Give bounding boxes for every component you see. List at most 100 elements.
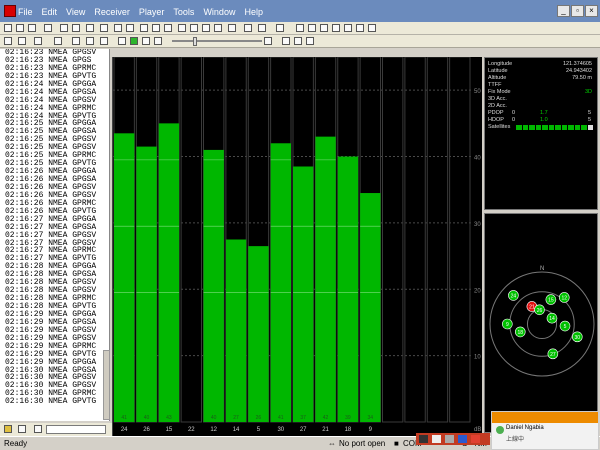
grid-icon[interactable]: [332, 24, 340, 32]
settings-icon[interactable]: [86, 24, 94, 32]
log-line: 02:16:30 NMEA GPVTG: [5, 397, 97, 407]
minimize-button[interactable]: _: [557, 5, 570, 17]
restore-button[interactable]: ▫: [571, 5, 584, 17]
bar-slot: [449, 57, 471, 423]
close-button[interactable]: ×: [585, 5, 598, 17]
menu-edit[interactable]: Edit: [42, 5, 58, 19]
prn-label: 12: [210, 427, 217, 433]
lock-icon[interactable]: [140, 24, 148, 32]
menu-bar: File Edit View Receiver Player Tools Win…: [18, 5, 263, 19]
clear-marks-icon[interactable]: [306, 37, 314, 45]
snr-bar: [248, 246, 269, 422]
upload-icon[interactable]: [126, 24, 134, 32]
window-icon[interactable]: [368, 24, 376, 32]
skip-start-icon[interactable]: [118, 37, 126, 45]
info-label: TTFF: [488, 82, 502, 88]
save-icon[interactable]: [28, 24, 36, 32]
tray-icon[interactable]: [445, 435, 454, 443]
nmea-log[interactable]: 02:16:23 NMEA GPGSV 02:16:23 NMEA GPGS 02:…: [0, 49, 110, 421]
map-view-icon[interactable]: [228, 24, 236, 32]
table-icon[interactable]: [344, 24, 352, 32]
prn-label: 22: [188, 427, 195, 433]
bar-value-label: 40: [211, 415, 217, 421]
menu-player[interactable]: Player: [139, 5, 165, 19]
log-scrollbar[interactable]: [103, 350, 110, 420]
fast-forward-icon[interactable]: [154, 37, 162, 45]
mark-in-icon[interactable]: [282, 37, 290, 45]
eject-icon[interactable]: [72, 37, 80, 45]
satellites-label: Satellites: [488, 124, 511, 130]
menu-receiver[interactable]: Receiver: [94, 5, 130, 19]
snr-view-icon[interactable]: [190, 24, 198, 32]
satellite-indicator: [522, 125, 528, 130]
menu-file[interactable]: File: [18, 5, 33, 19]
speed-icon[interactable]: [34, 37, 42, 45]
app-icon[interactable]: [4, 5, 16, 17]
dop-value: 5: [588, 117, 592, 123]
snr-bar: [337, 156, 359, 422]
layout-icon[interactable]: [296, 24, 304, 32]
stop-icon[interactable]: [86, 37, 94, 45]
info-row: Fix Mode 3D: [488, 89, 594, 96]
compass-view-icon[interactable]: [258, 24, 266, 32]
tray-icon[interactable]: [471, 435, 480, 443]
tray-icon[interactable]: [458, 435, 467, 443]
export-icon[interactable]: [164, 24, 172, 32]
lock-icon[interactable]: [4, 425, 12, 433]
connection-icon: ⇔: [328, 439, 336, 448]
satellite-prn-label: 12: [562, 295, 568, 301]
filter-icon[interactable]: [152, 24, 160, 32]
chart-view-icon[interactable]: [276, 24, 284, 32]
cursor-icon[interactable]: [54, 37, 62, 45]
bar-value-label: 41: [121, 415, 127, 421]
record-icon[interactable]: [114, 24, 122, 32]
snr-chart: 50 40 30 20 10 dB 41 24 40 26 43 15 22 40 12 27 14 26 5 41 3…: [112, 57, 482, 436]
skip-end-icon[interactable]: [264, 37, 272, 45]
y-tick-label: 10: [474, 355, 481, 361]
command-input[interactable]: [46, 425, 106, 434]
mark-out-icon[interactable]: [294, 37, 302, 45]
skyview-canvas: N 21 24 26 15 12 5 30 27 18 9 14: [489, 266, 595, 377]
snr-bar: [270, 143, 291, 422]
chat-notification[interactable]: Daniel Ngabia 上線中: [491, 411, 599, 450]
dop-value: 0: [512, 110, 516, 116]
position-view-icon[interactable]: [214, 24, 222, 32]
play-icon[interactable]: [130, 37, 138, 45]
tray-icon[interactable]: [419, 435, 428, 443]
tile-icon[interactable]: [308, 24, 316, 32]
download-icon[interactable]: [100, 24, 108, 32]
menu-help[interactable]: Help: [244, 5, 263, 19]
step-back-icon[interactable]: [18, 37, 26, 45]
open-icon[interactable]: [16, 24, 24, 32]
scatter-view-icon[interactable]: [244, 24, 252, 32]
bar-slot: [404, 57, 426, 423]
bar-value-label: 43: [166, 415, 172, 421]
skyview-icon[interactable]: [202, 24, 210, 32]
rewind-icon[interactable]: [4, 37, 12, 45]
record-toggle-icon[interactable]: [100, 37, 108, 45]
snr-bar: [114, 133, 135, 422]
menu-tools[interactable]: Tools: [173, 5, 194, 19]
playback-slider[interactable]: [172, 40, 262, 42]
cascade-icon[interactable]: [320, 24, 328, 32]
print-icon[interactable]: [44, 24, 52, 32]
info-value: 121.374605: [562, 61, 592, 67]
info-label: 3D Acc.: [488, 96, 507, 102]
clear-icon[interactable]: [18, 425, 26, 433]
menu-window[interactable]: Window: [203, 5, 235, 19]
satellite-indicator: [535, 125, 541, 130]
connect-icon[interactable]: [60, 24, 68, 32]
prn-label: 24: [121, 427, 128, 433]
disconnect-icon[interactable]: [72, 24, 80, 32]
bar-value-label: 42: [323, 415, 329, 421]
log-save-icon[interactable]: [34, 425, 42, 433]
new-icon[interactable]: [4, 24, 12, 32]
satellite-indicator: [542, 125, 548, 130]
menu-view[interactable]: View: [66, 5, 85, 19]
list-icon[interactable]: [356, 24, 364, 32]
play-dropdown-icon[interactable]: [142, 37, 150, 45]
satellite-indicator: [555, 125, 561, 130]
playback-slider-thumb[interactable]: [193, 37, 197, 46]
tray-icon[interactable]: [432, 435, 441, 443]
console-icon[interactable]: [178, 24, 186, 32]
